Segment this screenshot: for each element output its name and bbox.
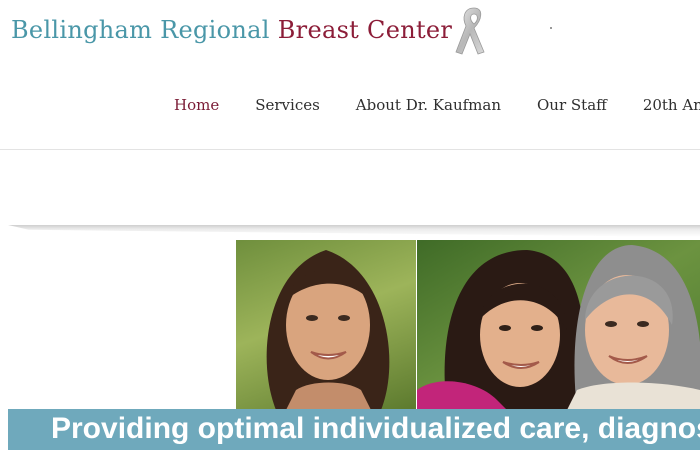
awareness-ribbon-icon <box>455 7 485 55</box>
nav-item-home[interactable]: Home <box>174 96 219 120</box>
hero-banner: Providing optimal individualized care, d… <box>8 409 700 450</box>
hero-tagline: Providing optimal individualized care, d… <box>51 412 700 445</box>
logo-text-bellingham-regional: Bellingham Regional <box>11 16 270 44</box>
logo-text-breast-center: Breast Center <box>277 16 453 44</box>
nav-item-services[interactable]: Services <box>255 96 320 120</box>
nav-item-20th-anniversary[interactable]: 20th Anni <box>643 96 700 120</box>
slider-shadow <box>8 225 700 237</box>
header-divider <box>0 149 700 150</box>
hero-photo-woman <box>236 240 416 410</box>
nav-item-about-dr-kaufman[interactable]: About Dr. Kaufman <box>356 96 501 120</box>
decorative-dot <box>550 27 552 29</box>
hero-photo-two-women <box>417 240 700 410</box>
main-nav: Home Services About Dr. Kaufman Our Staf… <box>174 96 700 120</box>
nav-item-our-staff[interactable]: Our Staff <box>537 96 607 120</box>
site-logo[interactable]: Bellingham Regional Breast Center <box>11 10 452 50</box>
